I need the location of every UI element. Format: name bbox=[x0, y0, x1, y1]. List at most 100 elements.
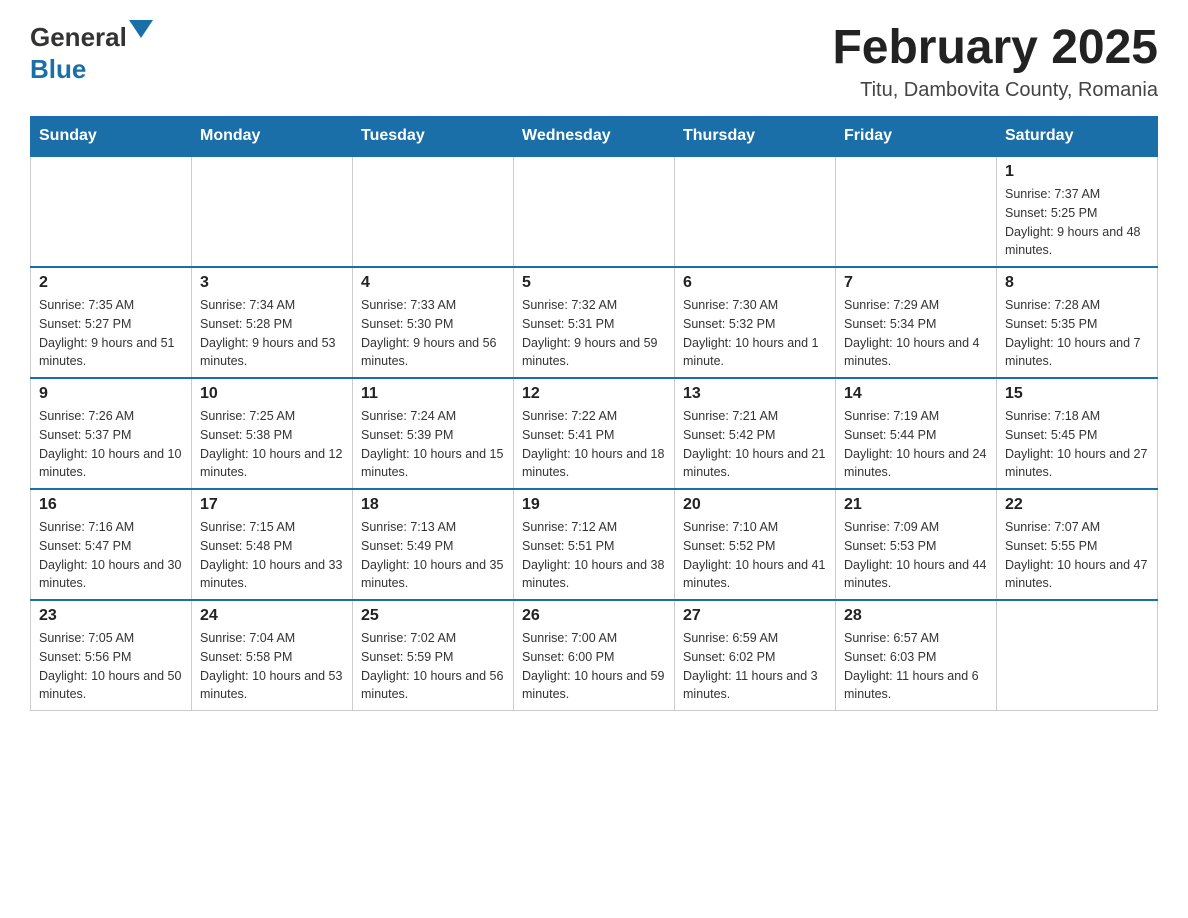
logo-blue-text: Blue bbox=[30, 54, 86, 84]
calendar-cell: 15 Sunrise: 7:18 AM Sunset: 5:45 PM Dayli… bbox=[997, 378, 1158, 489]
calendar-cell bbox=[514, 156, 675, 267]
day-info: Sunrise: 7:25 AM Sunset: 5:38 PM Dayligh… bbox=[200, 407, 344, 482]
calendar-cell: 17 Sunrise: 7:15 AM Sunset: 5:48 PM Dayli… bbox=[192, 489, 353, 600]
day-number: 21 bbox=[844, 496, 988, 514]
calendar-cell: 22 Sunrise: 7:07 AM Sunset: 5:55 PM Dayli… bbox=[997, 489, 1158, 600]
calendar-cell: 13 Sunrise: 7:21 AM Sunset: 5:42 PM Dayli… bbox=[675, 378, 836, 489]
day-info: Sunrise: 7:21 AM Sunset: 5:42 PM Dayligh… bbox=[683, 407, 827, 482]
day-info: Sunrise: 6:59 AM Sunset: 6:02 PM Dayligh… bbox=[683, 629, 827, 704]
day-info: Sunrise: 7:29 AM Sunset: 5:34 PM Dayligh… bbox=[844, 296, 988, 371]
calendar-week-row: 2Sunrise: 7:35 AM Sunset: 5:27 PM Daylig… bbox=[31, 267, 1158, 378]
calendar-header-tuesday: Tuesday bbox=[353, 117, 514, 157]
day-number: 11 bbox=[361, 385, 505, 403]
calendar-table: SundayMondayTuesdayWednesdayThursdayFrid… bbox=[30, 116, 1158, 711]
calendar-cell: 10 Sunrise: 7:25 AM Sunset: 5:38 PM Dayli… bbox=[192, 378, 353, 489]
calendar-header-sunday: Sunday bbox=[31, 117, 192, 157]
day-number: 24 bbox=[200, 607, 344, 625]
day-info: Sunrise: 7:16 AM Sunset: 5:47 PM Dayligh… bbox=[39, 518, 183, 593]
calendar-cell bbox=[31, 156, 192, 267]
day-info: Sunrise: 7:04 AM Sunset: 5:58 PM Dayligh… bbox=[200, 629, 344, 704]
day-info: Sunrise: 7:15 AM Sunset: 5:48 PM Dayligh… bbox=[200, 518, 344, 593]
calendar-week-row: 9 Sunrise: 7:26 AM Sunset: 5:37 PM Daylig… bbox=[31, 378, 1158, 489]
day-info: Sunrise: 7:24 AM Sunset: 5:39 PM Dayligh… bbox=[361, 407, 505, 482]
day-number: 8 bbox=[1005, 274, 1149, 292]
day-info: Sunrise: 7:19 AM Sunset: 5:44 PM Dayligh… bbox=[844, 407, 988, 482]
logo-triangle-icon bbox=[129, 20, 153, 50]
day-info: Sunrise: 7:22 AM Sunset: 5:41 PM Dayligh… bbox=[522, 407, 666, 482]
calendar-header-wednesday: Wednesday bbox=[514, 117, 675, 157]
calendar-cell: 20 Sunrise: 7:10 AM Sunset: 5:52 PM Dayli… bbox=[675, 489, 836, 600]
day-number: 10 bbox=[200, 385, 344, 403]
calendar-header-row: SundayMondayTuesdayWednesdayThursdayFrid… bbox=[31, 117, 1158, 157]
day-info: Sunrise: 7:12 AM Sunset: 5:51 PM Dayligh… bbox=[522, 518, 666, 593]
day-info: Sunrise: 7:28 AM Sunset: 5:35 PM Dayligh… bbox=[1005, 296, 1149, 371]
calendar-cell: 24 Sunrise: 7:04 AM Sunset: 5:58 PM Dayli… bbox=[192, 600, 353, 711]
day-number: 1 bbox=[1005, 163, 1149, 181]
day-info: Sunrise: 7:26 AM Sunset: 5:37 PM Dayligh… bbox=[39, 407, 183, 482]
calendar-header-thursday: Thursday bbox=[675, 117, 836, 157]
calendar-cell: 25 Sunrise: 7:02 AM Sunset: 5:59 PM Dayli… bbox=[353, 600, 514, 711]
calendar-cell: 7 Sunrise: 7:29 AM Sunset: 5:34 PM Daylig… bbox=[836, 267, 997, 378]
calendar-cell: 26 Sunrise: 7:00 AM Sunset: 6:00 PM Dayli… bbox=[514, 600, 675, 711]
calendar-cell: 16Sunrise: 7:16 AM Sunset: 5:47 PM Dayli… bbox=[31, 489, 192, 600]
calendar-cell bbox=[353, 156, 514, 267]
location-text: Titu, Dambovita County, Romania bbox=[832, 79, 1158, 102]
calendar-cell: 11 Sunrise: 7:24 AM Sunset: 5:39 PM Dayli… bbox=[353, 378, 514, 489]
logo: General Blue bbox=[30, 20, 153, 85]
day-number: 7 bbox=[844, 274, 988, 292]
day-number: 17 bbox=[200, 496, 344, 514]
calendar-cell: 27 Sunrise: 6:59 AM Sunset: 6:02 PM Dayli… bbox=[675, 600, 836, 711]
day-number: 19 bbox=[522, 496, 666, 514]
calendar-cell: 19 Sunrise: 7:12 AM Sunset: 5:51 PM Dayli… bbox=[514, 489, 675, 600]
day-number: 15 bbox=[1005, 385, 1149, 403]
calendar-week-row: 16Sunrise: 7:16 AM Sunset: 5:47 PM Dayli… bbox=[31, 489, 1158, 600]
day-info: Sunrise: 6:57 AM Sunset: 6:03 PM Dayligh… bbox=[844, 629, 988, 704]
day-number: 3 bbox=[200, 274, 344, 292]
calendar-cell: 23Sunrise: 7:05 AM Sunset: 5:56 PM Dayli… bbox=[31, 600, 192, 711]
day-number: 9 bbox=[39, 385, 183, 403]
month-title: February 2025 bbox=[832, 20, 1158, 75]
day-number: 18 bbox=[361, 496, 505, 514]
day-number: 26 bbox=[522, 607, 666, 625]
day-number: 13 bbox=[683, 385, 827, 403]
day-info: Sunrise: 7:10 AM Sunset: 5:52 PM Dayligh… bbox=[683, 518, 827, 593]
calendar-cell: 3 Sunrise: 7:34 AM Sunset: 5:28 PM Daylig… bbox=[192, 267, 353, 378]
day-number: 27 bbox=[683, 607, 827, 625]
day-info: Sunrise: 7:13 AM Sunset: 5:49 PM Dayligh… bbox=[361, 518, 505, 593]
day-number: 14 bbox=[844, 385, 988, 403]
calendar-cell: 8 Sunrise: 7:28 AM Sunset: 5:35 PM Daylig… bbox=[997, 267, 1158, 378]
day-info: Sunrise: 7:34 AM Sunset: 5:28 PM Dayligh… bbox=[200, 296, 344, 371]
calendar-cell: 6 Sunrise: 7:30 AM Sunset: 5:32 PM Daylig… bbox=[675, 267, 836, 378]
calendar-cell bbox=[836, 156, 997, 267]
day-info: Sunrise: 7:00 AM Sunset: 6:00 PM Dayligh… bbox=[522, 629, 666, 704]
day-info: Sunrise: 7:30 AM Sunset: 5:32 PM Dayligh… bbox=[683, 296, 827, 371]
logo-general-text: General bbox=[30, 22, 127, 53]
day-info: Sunrise: 7:18 AM Sunset: 5:45 PM Dayligh… bbox=[1005, 407, 1149, 482]
day-info: Sunrise: 7:07 AM Sunset: 5:55 PM Dayligh… bbox=[1005, 518, 1149, 593]
title-area: February 2025 Titu, Dambovita County, Ro… bbox=[832, 20, 1158, 102]
day-info: Sunrise: 7:02 AM Sunset: 5:59 PM Dayligh… bbox=[361, 629, 505, 704]
day-number: 22 bbox=[1005, 496, 1149, 514]
calendar-cell: 1 Sunrise: 7:37 AM Sunset: 5:25 PM Daylig… bbox=[997, 156, 1158, 267]
day-number: 5 bbox=[522, 274, 666, 292]
calendar-header-friday: Friday bbox=[836, 117, 997, 157]
calendar-week-row: 23Sunrise: 7:05 AM Sunset: 5:56 PM Dayli… bbox=[31, 600, 1158, 711]
day-number: 28 bbox=[844, 607, 988, 625]
calendar-cell: 9 Sunrise: 7:26 AM Sunset: 5:37 PM Daylig… bbox=[31, 378, 192, 489]
day-info: Sunrise: 7:32 AM Sunset: 5:31 PM Dayligh… bbox=[522, 296, 666, 371]
calendar-header-saturday: Saturday bbox=[997, 117, 1158, 157]
day-info: Sunrise: 7:37 AM Sunset: 5:25 PM Dayligh… bbox=[1005, 185, 1149, 260]
calendar-cell: 5 Sunrise: 7:32 AM Sunset: 5:31 PM Daylig… bbox=[514, 267, 675, 378]
calendar-cell: 14 Sunrise: 7:19 AM Sunset: 5:44 PM Dayli… bbox=[836, 378, 997, 489]
day-info: Sunrise: 7:35 AM Sunset: 5:27 PM Dayligh… bbox=[39, 296, 183, 371]
day-number: 20 bbox=[683, 496, 827, 514]
calendar-cell bbox=[192, 156, 353, 267]
day-number: 12 bbox=[522, 385, 666, 403]
calendar-cell: 4Sunrise: 7:33 AM Sunset: 5:30 PM Daylig… bbox=[353, 267, 514, 378]
day-info: Sunrise: 7:33 AM Sunset: 5:30 PM Dayligh… bbox=[361, 296, 505, 371]
day-number: 6 bbox=[683, 274, 827, 292]
calendar-cell bbox=[997, 600, 1158, 711]
page-header: General Blue February 2025 Titu, Dambovi… bbox=[30, 20, 1158, 102]
day-info: Sunrise: 7:05 AM Sunset: 5:56 PM Dayligh… bbox=[39, 629, 183, 704]
day-number: 25 bbox=[361, 607, 505, 625]
